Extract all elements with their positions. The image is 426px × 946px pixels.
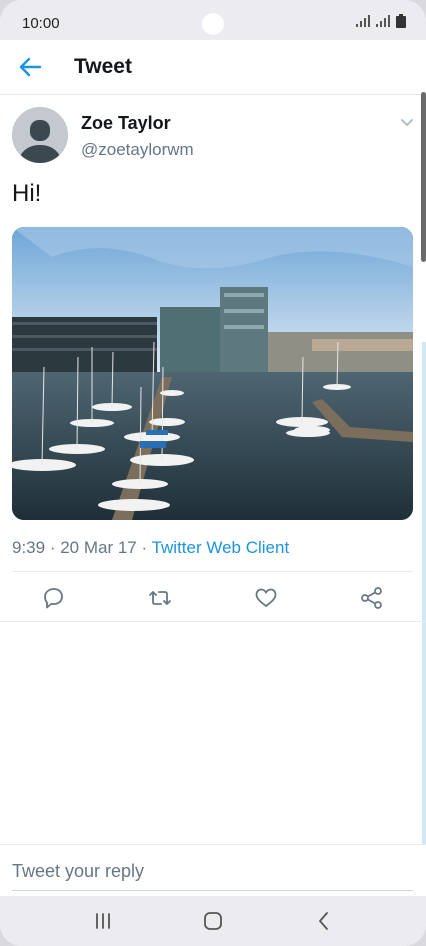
tweet-date[interactable]: 20 Mar 17: [60, 538, 137, 557]
divider: [12, 571, 413, 572]
home-icon[interactable]: [198, 907, 228, 935]
reply-input[interactable]: Tweet your reply: [12, 861, 144, 882]
divider: [0, 621, 426, 622]
signal-icon: [356, 15, 370, 27]
battery-icon: [396, 14, 406, 28]
reply-icon[interactable]: [40, 585, 66, 611]
phone-screen: 10:00 Tweet Zoe Taylor @zoetaylorwm Hi! …: [0, 0, 426, 946]
meta-separator-2: ·: [136, 538, 152, 557]
share-icon[interactable]: [359, 585, 385, 611]
tweet-text: Hi!: [12, 180, 42, 207]
avatar[interactable]: [12, 107, 68, 163]
system-nav-bar: [0, 896, 426, 946]
tweet-photo[interactable]: [12, 227, 413, 520]
tweet-meta: 9:39 · 20 Mar 17 · Twitter Web Client: [12, 538, 289, 558]
meta-separator: ·: [45, 538, 61, 557]
tweet-time: 9:39: [12, 538, 46, 557]
scrollbar-track: [422, 342, 426, 902]
back-icon[interactable]: [309, 907, 339, 935]
status-time: 10:00: [22, 15, 60, 32]
back-arrow-icon[interactable]: [16, 54, 44, 80]
harbor-photo: [12, 227, 413, 520]
author-name[interactable]: Zoe Taylor: [81, 113, 171, 134]
reply-underline: [12, 890, 413, 891]
default-avatar-icon: [12, 107, 68, 163]
tweet-actions: [0, 582, 426, 614]
top-app-bar: Tweet: [0, 40, 426, 95]
author-handle[interactable]: @zoetaylorwm: [81, 140, 194, 160]
signal-icon-2: [376, 15, 390, 27]
chevron-down-icon[interactable]: [399, 116, 415, 130]
page-title: Tweet: [74, 55, 132, 78]
like-icon[interactable]: [253, 585, 279, 611]
status-icons: [356, 14, 406, 28]
scroll-handle[interactable]: [421, 92, 426, 262]
recents-icon[interactable]: [88, 907, 118, 935]
front-camera: [202, 13, 224, 35]
status-bar: 10:00: [0, 0, 426, 40]
reply-composer: Tweet your reply: [0, 844, 426, 897]
tweet-source-link[interactable]: Twitter Web Client: [152, 538, 290, 557]
retweet-icon[interactable]: [147, 585, 173, 611]
